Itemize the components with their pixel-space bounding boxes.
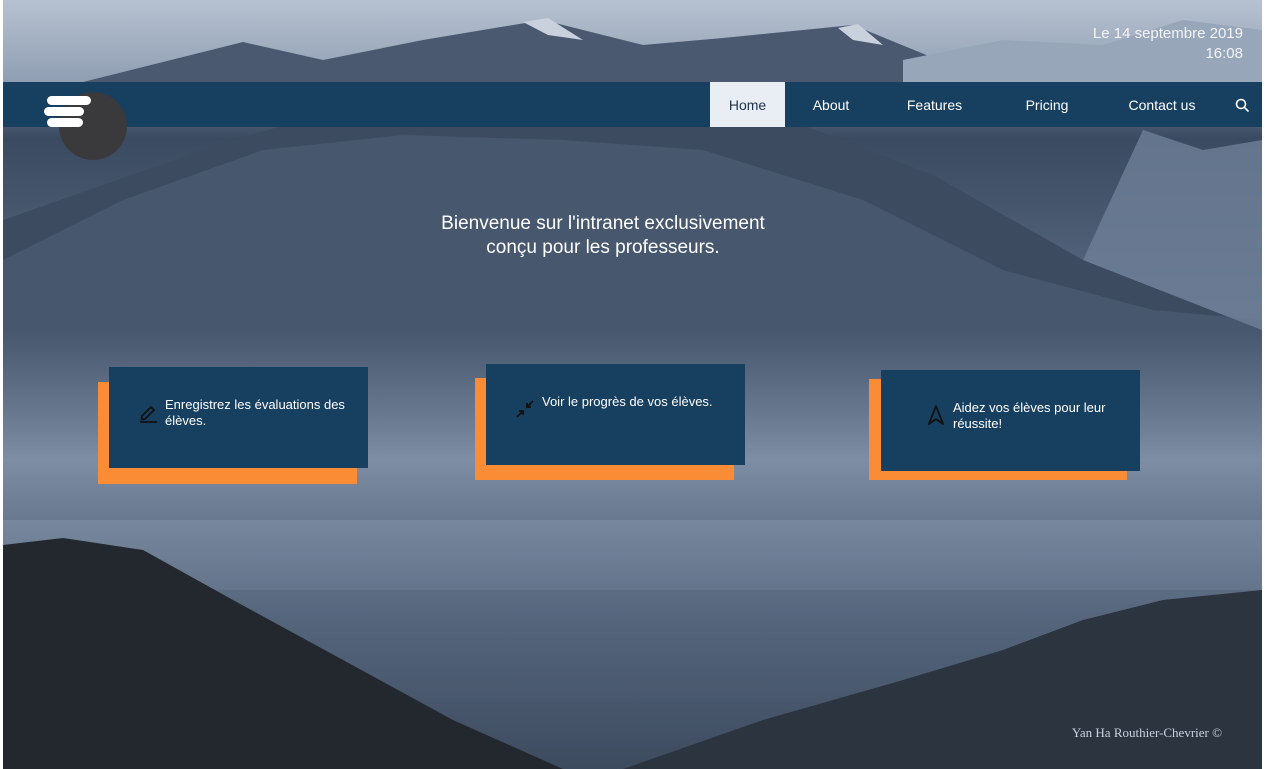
welcome-line-2: conçu pour les professeurs. [486,237,720,258]
date-text: Le 14 septembre 2019 [1092,25,1243,42]
card-text: Voir le progrès de vos élèves. [542,394,713,409]
card-text: Enregistrez les évaluations des élèves. [165,397,345,428]
site-logo[interactable] [41,90,131,162]
search-button[interactable] [1222,82,1262,127]
card-body: Aidez vos élèves pour leur réussite! [881,370,1140,471]
nav-item-home[interactable]: Home [710,82,785,127]
card-text: Aidez vos élèves pour leur réussite! [953,400,1106,431]
nav-item-contact-us[interactable]: Contact us [1102,82,1222,127]
background-stage: Le 14 septembre 2019 16:08 Home About Fe… [3,0,1262,769]
navigation-arrow-icon [928,405,944,425]
nav-item-features[interactable]: Features [877,82,992,127]
search-icon [1235,98,1249,112]
nav-item-about[interactable]: About [785,82,877,127]
welcome-line-1: Bienvenue sur l'intranet exclusivement [441,213,765,234]
footer-credit: Yan Ha Routhier-Chevrier © [1071,725,1222,740]
pencil-icon [140,406,157,423]
card-body: Voir le progrès de vos élèves. [486,364,745,465]
date-time-display: Le 14 septembre 2019 16:08 [1093,24,1243,64]
card-body: Enregistrez les évaluations des élèves. [109,367,368,468]
top-navbar: Home About Features Pricing Contact us [3,82,1262,127]
nav-item-pricing[interactable]: Pricing [992,82,1102,127]
time-text: 16:08 [1205,45,1243,62]
compress-arrows-icon [516,400,534,418]
welcome-message: Bienvenue sur l'intranet exclusivement c… [403,212,803,260]
main-nav: Home About Features Pricing Contact us [710,82,1262,127]
